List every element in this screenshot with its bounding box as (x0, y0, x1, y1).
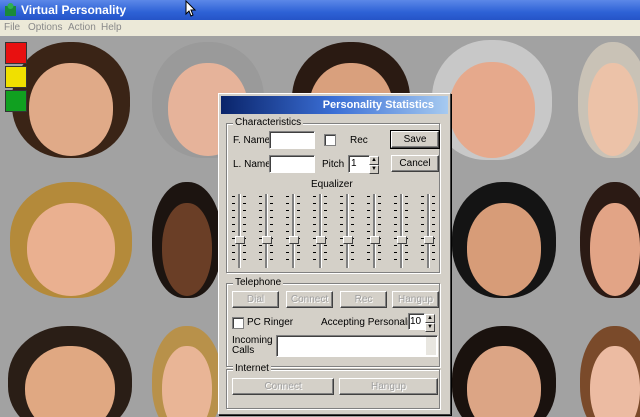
face-portrait[interactable] (10, 182, 132, 298)
equalizer-slider-1[interactable] (232, 194, 246, 268)
app-title: Virtual Personality (21, 3, 127, 17)
internet-connect-button[interactable]: Connect (232, 378, 334, 395)
slider-track (265, 194, 268, 268)
face-portrait[interactable] (452, 326, 556, 417)
equalizer-slider-8[interactable] (421, 194, 435, 268)
face-portrait[interactable] (580, 326, 640, 417)
face-portrait[interactable] (580, 182, 640, 298)
rec-label: Rec (350, 135, 368, 146)
face-portrait[interactable] (8, 326, 132, 417)
spin-down-icon[interactable]: ▼ (425, 323, 435, 332)
menu-file[interactable]: File (4, 22, 20, 33)
slider-track (292, 194, 295, 268)
personality-statistics-dialog: Personality Statistics Characteristics F… (218, 93, 451, 415)
app-icon (5, 3, 16, 16)
slider-thumb[interactable] (397, 236, 407, 244)
slider-thumb[interactable] (289, 236, 299, 244)
face-portrait[interactable] (12, 42, 130, 158)
equalizer-slider-2[interactable] (259, 194, 273, 268)
status-traffic-light (5, 42, 27, 112)
menu-bar: File Options Action Help (0, 20, 640, 36)
equalizer-slider-7[interactable] (394, 194, 408, 268)
face-portrait[interactable] (152, 182, 222, 298)
equalizer-slider-6[interactable] (367, 194, 381, 268)
phone-hangup-button[interactable]: Hangup (392, 291, 439, 308)
internet-hangup-button[interactable]: Hangup (339, 378, 438, 395)
slider-track (238, 194, 241, 268)
menu-help[interactable]: Help (101, 22, 122, 33)
slider-track (319, 194, 322, 268)
slider-track (346, 194, 349, 268)
face-portrait[interactable] (578, 42, 640, 158)
yellow-light (5, 66, 27, 88)
slider-thumb[interactable] (370, 236, 380, 244)
equalizer-slider-4[interactable] (313, 194, 327, 268)
phone-rec-button[interactable]: Rec (340, 291, 387, 308)
last-name-label: L. Name (233, 159, 271, 170)
slider-thumb[interactable] (262, 236, 272, 244)
first-name-input[interactable] (269, 131, 315, 149)
last-name-input[interactable] (269, 155, 315, 173)
incoming-calls-label-2: Calls (232, 345, 255, 356)
spin-down-icon[interactable]: ▼ (369, 165, 379, 174)
slider-track (373, 194, 376, 268)
menu-action[interactable]: Action (68, 22, 96, 33)
save-button[interactable]: Save (390, 130, 440, 149)
slider-thumb[interactable] (424, 236, 434, 244)
phone-connect-button[interactable]: Connect (286, 291, 333, 308)
equalizer-slider-5[interactable] (340, 194, 354, 268)
face-portrait[interactable] (452, 182, 556, 298)
pitch-spinner[interactable]: ▲ ▼ (369, 156, 379, 174)
slider-thumb[interactable] (343, 236, 353, 244)
mouse-cursor-icon (185, 0, 197, 17)
app-titlebar: Virtual Personality (0, 0, 640, 20)
internet-label: Internet (233, 363, 271, 374)
face-portrait[interactable] (152, 326, 222, 417)
incoming-calls-scrollbar[interactable] (426, 337, 436, 355)
incoming-calls-list[interactable] (276, 335, 438, 357)
first-name-label: F. Name (233, 135, 271, 146)
dial-button[interactable]: Dial (232, 291, 279, 308)
slider-thumb[interactable] (235, 236, 245, 244)
slider-track (400, 194, 403, 268)
equalizer-slider-3[interactable] (286, 194, 300, 268)
dialog-titlebar: Personality Statistics (221, 96, 448, 114)
slider-track (427, 194, 430, 268)
red-light (5, 42, 27, 64)
equalizer-label: Equalizer (311, 179, 353, 190)
slider-thumb[interactable] (316, 236, 326, 244)
dialog-title: Personality Statistics (322, 99, 434, 111)
telephone-label: Telephone (233, 277, 284, 288)
characteristics-label: Characteristics (233, 117, 304, 128)
rec-checkbox[interactable] (324, 134, 336, 146)
spin-up-icon[interactable]: ▲ (369, 156, 379, 165)
accepting-personality-input[interactable]: 10 (408, 313, 425, 330)
accepting-personality-label: Accepting Personality (321, 317, 418, 328)
pc-ringer-label: PC Ringer (247, 317, 294, 328)
accepting-spinner[interactable]: ▲ ▼ (425, 314, 435, 332)
menu-options[interactable]: Options (28, 22, 62, 33)
pc-ringer-checkbox[interactable] (232, 317, 244, 329)
pitch-label: Pitch (322, 159, 345, 170)
green-light (5, 90, 27, 112)
cancel-button[interactable]: Cancel (391, 155, 439, 172)
pitch-input[interactable]: 1 (348, 155, 370, 173)
spin-up-icon[interactable]: ▲ (425, 314, 435, 323)
